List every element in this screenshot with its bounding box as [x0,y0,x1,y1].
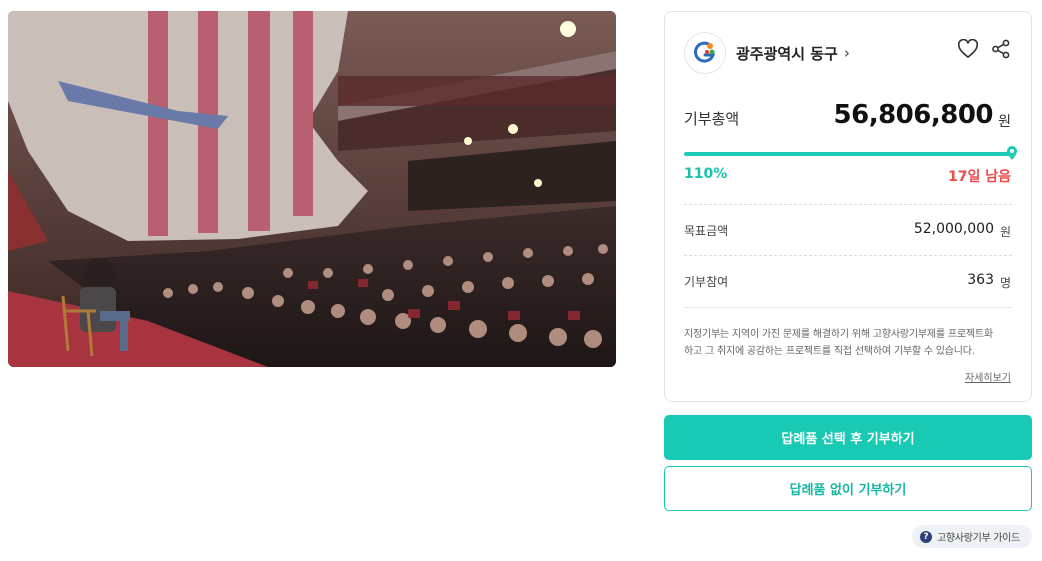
funding-card: 광주광역시 동구 › 기부총액 56,806,800 원 110% 17일 남음… [664,11,1032,402]
progress-percent: 110% [684,166,728,182]
divider [684,204,1012,205]
goal-label: 목표금액 [684,224,729,238]
description-text: 지정기부는 지역이 가진 문제를 해결하기 위해 고향사랑기부제를 프로젝트화 … [684,326,1014,360]
chevron-right-icon: › [843,44,850,62]
progress-pin-icon [1007,146,1017,160]
more-info-link[interactable]: 자세히보기 [965,369,1011,384]
theater-audience-image [8,11,616,367]
heart-icon[interactable] [957,39,979,59]
donate-with-gift-button[interactable]: 답례품 선택 후 기부하기 [664,415,1032,460]
participants-value: 363 [967,272,994,288]
share-icon[interactable] [991,39,1011,59]
donate-without-gift-button[interactable]: 답례품 없이 기부하기 [664,466,1032,511]
description-line: 하고 그 취지에 공감하는 프로젝트를 직접 선택하여 기부할 수 있습니다. [684,346,975,357]
progress-bar-fill [684,152,1012,156]
total-donation-amount: 56,806,800 [833,100,994,130]
project-photo [8,11,616,367]
total-donation-unit: 원 [998,114,1011,130]
org-link[interactable]: 광주광역시 동구 › [684,32,850,74]
participants-unit: 명 [999,276,1011,290]
progress-bar [684,152,1012,156]
org-name: 광주광역시 동구 [736,44,838,63]
divider [684,255,1012,256]
guide-label: 고향사랑기부 가이드 [937,533,1020,544]
days-remaining: 17일 남음 [948,169,1011,185]
help-icon: ? [920,530,932,543]
gwangju-donggu-logo-icon [684,32,726,74]
donation-guide-button[interactable]: ? 고향사랑기부 가이드 [912,525,1032,548]
total-donation-label: 기부총액 [684,110,740,128]
goal-unit: 원 [999,225,1011,239]
description-line: 지정기부는 지역이 가진 문제를 해결하기 위해 고향사랑기부제를 프로젝트화 [684,329,993,340]
divider [684,307,1012,308]
goal-value: 52,000,000 [913,221,994,237]
participants-label: 기부참여 [684,275,729,289]
